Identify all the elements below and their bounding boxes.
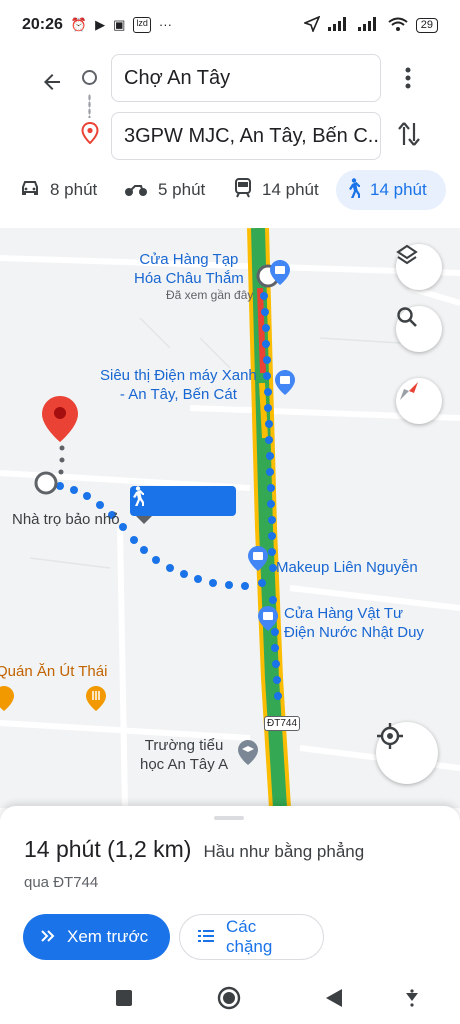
walk-icon [346,177,362,203]
destination-pin-icon [81,121,99,149]
route-duration-badge[interactable] [130,486,236,516]
steps-button[interactable]: Các chặng [179,914,324,960]
list-icon [198,927,214,947]
tab-transit[interactable]: 14 phút [224,170,329,210]
home-icon[interactable] [215,984,243,1012]
double-chevron-icon [41,927,55,947]
block-outlines [29,317,401,569]
back-icon[interactable] [320,984,348,1012]
system-nav-bar [0,970,460,1024]
tab-motorbike-label: 5 phút [158,180,206,199]
waypoint-marker [34,471,58,495]
play-icon: ▶ [95,17,106,32]
app-badge-icon: lzd [133,17,151,33]
tab-driving-label: 8 phút [50,180,98,199]
walk-connector-dots [58,445,65,475]
location-arrow-icon [302,14,321,35]
map-view[interactable]: Cửa Hàng Tạp Hóa Châu Thắm Đã xem gần đây… [0,228,460,808]
poi-hardware-label[interactable]: Cửa Hàng Vật Tư Điện Nước Nhật Duy [284,604,424,642]
back-arrow-icon[interactable] [36,66,68,98]
signal-icon [327,16,350,34]
image-icon: ▣ [113,17,126,32]
tab-transit-label: 14 phút [262,180,319,199]
poi-recently-viewed-note: Đã xem gần đây [166,288,254,302]
poi-motel-label[interactable]: Nhà trọ bảo nhỏ [12,510,120,529]
school-marker [238,740,258,765]
route-via: qua ĐT744 [24,874,99,891]
status-time: 20:26 [22,16,63,33]
tab-walking-label: 14 phút [370,180,427,199]
search-button[interactable] [396,306,442,352]
my-location-button[interactable] [376,722,438,784]
route-summary: 14 phút (1,2 km) Hầu như bằng phẳng [24,836,364,863]
layers-button[interactable] [396,244,442,290]
compass-button[interactable] [396,378,442,424]
route-connector-dots [88,94,91,118]
preview-button[interactable]: Xem trước [23,914,170,960]
poi-shop-label[interactable]: Cửa Hàng Tạp Hóa Châu Thắm [134,250,244,288]
origin-input[interactable]: Chợ An Tây [111,54,381,102]
poi-school-label[interactable]: Trường tiểu học An Tây A [140,736,228,774]
more-options-icon[interactable] [398,62,418,94]
tab-motorbike[interactable]: 5 phút [114,170,215,210]
directions-header: Chợ An Tây 3GPW MJC, An Tây, Bến C... 8 … [0,50,460,230]
hide-keyboard-icon[interactable] [398,984,426,1012]
status-left-icons: ⏰ ▶ ▣ lzd ··· [71,17,172,33]
status-bar: 20:26 ⏰ ▶ ▣ lzd ··· 29 [0,0,460,50]
preview-button-label: Xem trước [67,927,149,946]
route-terrain: Hầu như bằng phẳng [203,842,365,861]
destination-pin [42,396,78,442]
more-dots-icon: ··· [158,17,172,32]
signal-icon [357,16,380,34]
battery-icon: 29 [415,17,438,33]
tab-walking[interactable]: 14 phút [336,170,446,210]
poi-dmx-label[interactable]: Siêu thị Điện máy Xanh - An Tây, Bến Cát [100,366,257,404]
swap-directions-icon[interactable] [394,118,424,150]
wifi-icon [388,17,408,34]
drag-handle[interactable] [214,816,244,820]
transit-icon [234,177,252,203]
restaurant-marker [86,686,106,711]
poi-makeup-label[interactable]: Makeup Liên Nguyễn [276,558,418,577]
road-label-dt744: ĐT744 [264,716,301,731]
poi-restaurant-label[interactable]: Quán Ăn Út Thái [0,662,107,681]
route-duration-distance: 14 phút (1,2 km) [24,836,192,862]
origin-circle-icon [82,70,97,85]
destination-input[interactable]: 3GPW MJC, An Tây, Bến C... [111,112,381,160]
steps-button-label: Các chặng [226,917,273,956]
alarm-icon: ⏰ [70,17,88,32]
traffic-red-segment [257,287,266,374]
recents-icon[interactable] [110,984,138,1012]
tab-driving[interactable]: 8 phút [10,170,107,210]
restaurant-marker-2 [0,686,14,711]
shop-marker-dmx [275,370,295,395]
car-icon [20,179,40,202]
motorbike-icon [124,179,148,202]
travel-mode-tabs: 8 phút 5 phút 14 phút 14 phút [0,170,460,210]
status-right-icons: 29 [302,14,438,35]
